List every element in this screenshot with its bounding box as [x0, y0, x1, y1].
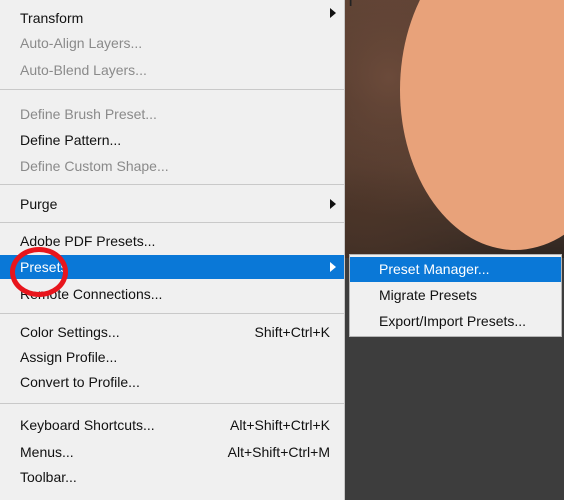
menu-item-color-settings[interactable]: Color Settings... Shift+Ctrl+K — [0, 320, 344, 344]
menu-item-label: Assign Profile... — [20, 349, 118, 365]
submenu-item-preset-manager[interactable]: Preset Manager... — [350, 257, 561, 282]
menu-item-auto-align-layers[interactable]: Auto-Align Layers... — [0, 31, 344, 55]
menu-separator — [0, 403, 344, 404]
menu-item-assign-profile[interactable]: Assign Profile... — [0, 345, 344, 369]
submenu-item-label: Migrate Presets — [379, 287, 478, 303]
menu-item-convert-to-profile[interactable]: Convert to Profile... — [0, 370, 344, 394]
menu-separator — [0, 89, 344, 90]
menu-item-shortcut: Alt+Shift+Ctrl+K — [230, 417, 330, 433]
menu-item-auto-blend-layers[interactable]: Auto-Blend Layers... — [0, 58, 344, 82]
presets-submenu: Preset Manager... Migrate Presets Export… — [349, 254, 562, 337]
menu-item-label: Transform — [20, 10, 84, 26]
menu-item-keyboard-shortcuts[interactable]: Keyboard Shortcuts... Alt+Shift+Ctrl+K — [0, 413, 344, 437]
menu-item-label: Keyboard Shortcuts... — [20, 417, 155, 433]
submenu-item-export-import-presets[interactable]: Export/Import Presets... — [350, 309, 561, 334]
menu-item-label: Define Custom Shape... — [20, 158, 169, 174]
menu-item-purge[interactable]: Purge — [0, 192, 344, 216]
menu-item-shortcut: Shift+Ctrl+K — [254, 324, 330, 340]
menu-item-label: Color Settings... — [20, 324, 120, 340]
menu-item-toolbar[interactable]: Toolbar... — [0, 465, 344, 489]
document-canvas — [345, 0, 564, 500]
menu-separator — [0, 313, 344, 314]
menu-item-define-brush-preset[interactable]: Define Brush Preset... — [0, 102, 344, 126]
chevron-right-icon — [330, 8, 336, 18]
menu-item-label: Convert to Profile... — [20, 374, 140, 390]
chevron-right-icon — [330, 199, 336, 209]
menu-item-label: Auto-Blend Layers... — [20, 62, 147, 78]
menu-item-label: Menus... — [20, 444, 74, 460]
annotation-circle — [10, 247, 68, 297]
submenu-item-label: Export/Import Presets... — [379, 313, 527, 329]
menu-item-label: Toolbar... — [20, 469, 77, 485]
menu-separator — [0, 222, 344, 223]
submenu-item-label: Preset Manager... — [379, 261, 490, 277]
menu-item-label: Define Pattern... — [20, 132, 122, 148]
menu-item-define-pattern[interactable]: Define Pattern... — [0, 128, 344, 152]
menu-item-label: Auto-Align Layers... — [20, 35, 143, 51]
menu-item-label: Purge — [20, 196, 58, 212]
menu-item-menus[interactable]: Menus... Alt+Shift+Ctrl+M — [0, 440, 344, 464]
menu-item-shortcut: Alt+Shift+Ctrl+M — [227, 444, 330, 460]
menu-item-define-custom-shape[interactable]: Define Custom Shape... — [0, 154, 344, 178]
submenu-item-migrate-presets[interactable]: Migrate Presets — [350, 283, 561, 308]
menu-separator — [0, 184, 344, 185]
menu-item-label: Define Brush Preset... — [20, 106, 157, 122]
chevron-right-icon — [330, 262, 336, 272]
menu-item-transform[interactable]: Transform — [0, 6, 344, 30]
